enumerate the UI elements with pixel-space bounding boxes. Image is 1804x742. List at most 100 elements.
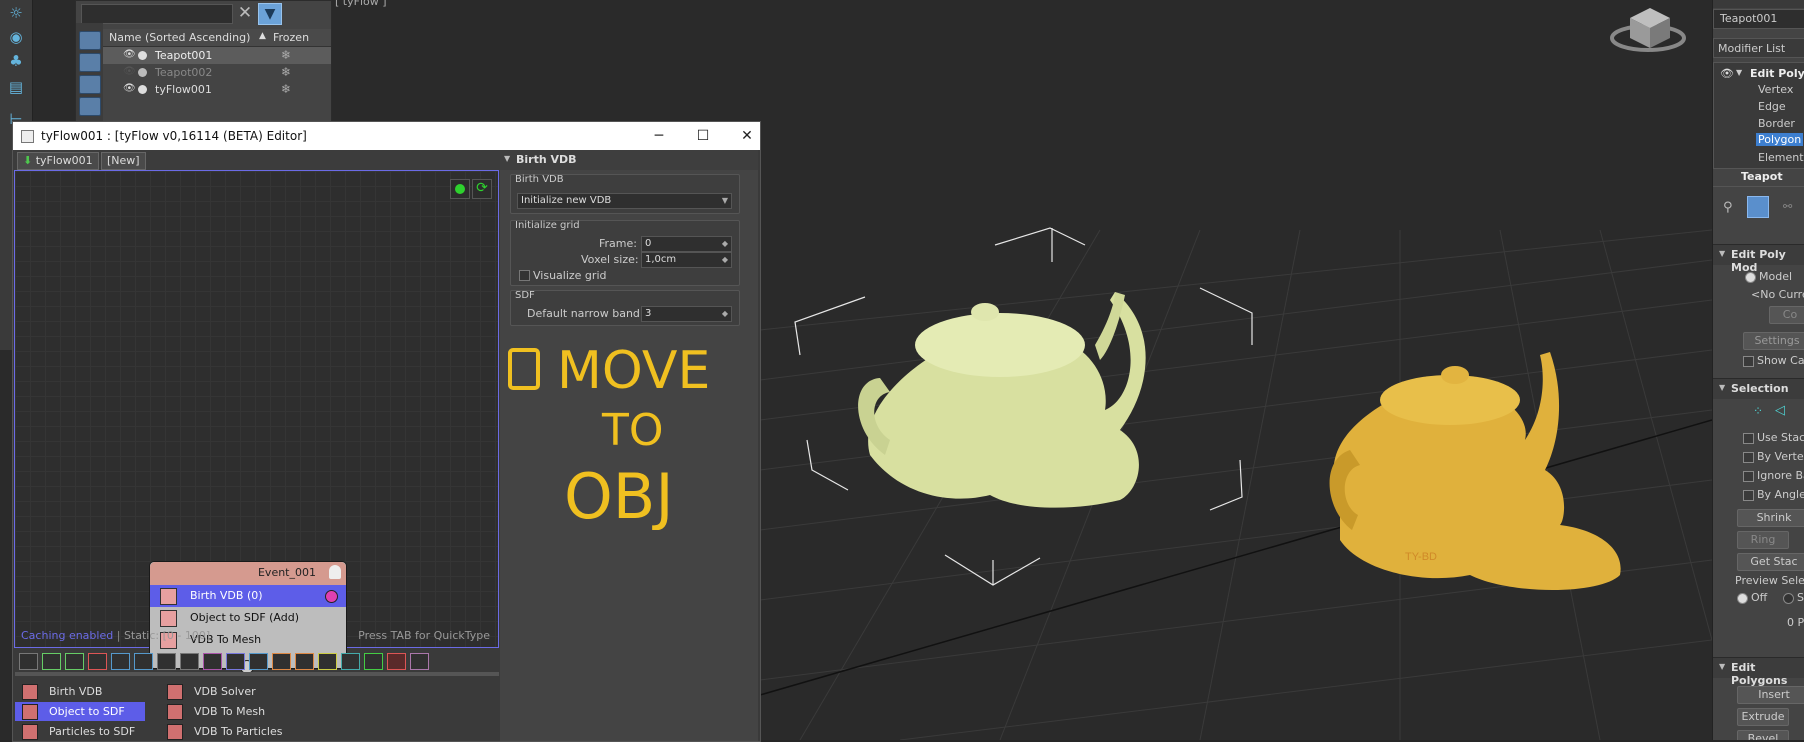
by-vertex-checkbox[interactable]: [1743, 452, 1754, 463]
renderable-icon[interactable]: [138, 51, 147, 60]
use-stack-checkbox[interactable]: [1743, 433, 1754, 444]
scene-row-teapot001[interactable]: 👁 Teapot001 ❄: [103, 47, 331, 64]
visibility-icon[interactable]: 👁: [123, 67, 136, 77]
clear-search-icon[interactable]: ✕: [236, 3, 254, 23]
show-end-result-icon[interactable]: [1747, 196, 1769, 218]
depot-birth-vdb[interactable]: Birth VDB: [15, 682, 145, 701]
category-test-icon[interactable]: [341, 653, 360, 670]
object-name-field[interactable]: Teapot001: [1713, 9, 1804, 29]
close-icon[interactable]: ✕: [727, 124, 767, 148]
tab-new[interactable]: [New]: [101, 152, 146, 170]
category-force-icon[interactable]: [111, 653, 130, 670]
category-vdb-icon[interactable]: [387, 653, 406, 670]
layer-icon[interactable]: ▤: [6, 78, 26, 96]
spinner-icon[interactable]: ◆: [722, 307, 728, 321]
subobject-element[interactable]: Element: [1758, 151, 1804, 164]
frozen-icon[interactable]: ❄: [281, 82, 291, 96]
renderable-icon[interactable]: [138, 85, 147, 94]
subobject-border[interactable]: Border: [1758, 117, 1795, 130]
modifier-list-dropdown[interactable]: Modifier List: [1713, 38, 1804, 58]
rollout-birth-vdb[interactable]: ▼ Birth VDB: [500, 150, 758, 170]
pin-icon[interactable]: ⚲: [1723, 200, 1733, 215]
vertex-select-icon[interactable]: ⁘: [1753, 404, 1763, 418]
bulb-icon[interactable]: [329, 565, 341, 579]
display-shapes-icon[interactable]: [79, 53, 101, 72]
category-birth-icon[interactable]: [42, 653, 61, 670]
subobject-polygon[interactable]: Polygon: [1756, 133, 1804, 146]
visibility-icon[interactable]: 👁: [123, 84, 136, 94]
category-delete-icon[interactable]: [88, 653, 107, 670]
flow-graph-canvas[interactable]: ⟳ Event_001 Birth VDB (0) Object to SDF …: [14, 170, 499, 674]
ring-button[interactable]: Ring: [1737, 531, 1789, 549]
output-port-icon[interactable]: [325, 590, 338, 603]
teapot-icon[interactable]: [858, 292, 1146, 508]
category-all-icon[interactable]: [19, 653, 38, 670]
stack-edit-poly[interactable]: Edit Poly: [1750, 67, 1804, 80]
depot-object-to-sdf[interactable]: Object to SDF: [15, 702, 145, 721]
category-mesh-icon[interactable]: [272, 653, 291, 670]
model-radio[interactable]: [1745, 272, 1756, 283]
tab-tyflow001[interactable]: ⬇ tyFlow001: [17, 152, 99, 170]
category-speed-icon[interactable]: [134, 653, 153, 670]
extrude-button[interactable]: Extrude: [1737, 708, 1789, 726]
preview-subobj-radio[interactable]: [1783, 593, 1794, 604]
frame-spinner[interactable]: 0 ◆: [641, 236, 732, 252]
settings-button[interactable]: Settings: [1743, 332, 1804, 350]
display-cameras-icon[interactable]: [79, 97, 101, 116]
operator-object-to-sdf[interactable]: Object to SDF (Add): [150, 607, 346, 629]
spinner-icon[interactable]: ◆: [722, 253, 728, 267]
subobject-edge[interactable]: Edge: [1758, 100, 1786, 113]
category-rotation-icon[interactable]: [180, 653, 199, 670]
depot-vdb-to-particles[interactable]: VDB To Particles: [160, 722, 290, 741]
enable-flow-icon[interactable]: [450, 179, 470, 199]
scene-row-tyflow001[interactable]: 👁 tyFlow001 ❄: [103, 81, 331, 98]
refresh-icon[interactable]: ⟳: [472, 179, 492, 199]
name-column-header[interactable]: Name (Sorted Ascending): [109, 31, 250, 44]
category-position-icon[interactable]: [157, 653, 176, 670]
operator-birth-vdb[interactable]: Birth VDB (0): [150, 585, 346, 607]
maximize-icon[interactable]: ☐: [683, 124, 723, 148]
event-header[interactable]: Event_001: [150, 562, 346, 585]
scene-row-teapot002[interactable]: 👁 Teapot002 ❄: [103, 64, 331, 81]
camera-icon[interactable]: ◉: [6, 28, 26, 46]
rollout-selection[interactable]: ▼ Selection: [1713, 378, 1804, 399]
rollout-edit-poly-mode[interactable]: ▼ Edit Poly Mod: [1713, 244, 1804, 274]
depot-vdb-solver[interactable]: VDB Solver: [160, 682, 290, 701]
spinner-icon[interactable]: ◆: [722, 237, 728, 251]
minimize-icon[interactable]: ─: [639, 124, 679, 148]
shrink-button[interactable]: Shrink: [1737, 509, 1804, 527]
birth-mode-dropdown[interactable]: Initialize new VDB ▼: [517, 193, 732, 209]
renderable-icon[interactable]: [138, 68, 147, 77]
display-lights-icon[interactable]: [79, 75, 101, 94]
frozen-icon[interactable]: ❄: [281, 48, 291, 62]
scene-search-input[interactable]: [81, 4, 233, 24]
helper-icon[interactable]: ♣: [6, 52, 26, 70]
bevel-button[interactable]: Bevel: [1737, 730, 1789, 740]
make-unique-icon[interactable]: ⚯: [1783, 200, 1792, 213]
visibility-icon[interactable]: 👁: [123, 50, 136, 60]
category-material-icon[interactable]: [226, 653, 245, 670]
editor-titlebar[interactable]: tyFlow001 : [tyFlow v0,16114 (BETA) Edit…: [13, 122, 760, 150]
ignore-backfacing-checkbox[interactable]: [1743, 471, 1754, 482]
voxel-size-spinner[interactable]: 1,0cm ◆: [641, 252, 732, 268]
light-icon[interactable]: ☼: [6, 4, 26, 22]
frozen-column-header[interactable]: Frozen: [273, 31, 309, 44]
narrow-band-spinner[interactable]: 3 ◆: [641, 306, 732, 322]
by-angle-checkbox[interactable]: [1743, 490, 1754, 501]
category-spawn-icon[interactable]: [295, 653, 314, 670]
frozen-icon[interactable]: ❄: [281, 65, 291, 79]
visualize-grid-checkbox[interactable]: [519, 270, 530, 281]
visibility-icon[interactable]: 👁: [1720, 67, 1734, 80]
category-mapping-icon[interactable]: [249, 653, 268, 670]
category-shape-icon[interactable]: [65, 653, 84, 670]
display-geometry-icon[interactable]: [79, 31, 101, 50]
depot-vdb-to-mesh[interactable]: VDB To Mesh: [160, 702, 290, 721]
filter-icon[interactable]: ▼: [258, 3, 282, 25]
commit-button[interactable]: Co: [1769, 306, 1804, 324]
preview-off-radio[interactable]: [1737, 593, 1748, 604]
category-send-icon[interactable]: [364, 653, 383, 670]
stack-base-object[interactable]: Teapot: [1741, 170, 1783, 183]
category-script-icon[interactable]: [410, 653, 429, 670]
category-scale-icon[interactable]: [203, 653, 222, 670]
category-property-icon[interactable]: [318, 653, 337, 670]
